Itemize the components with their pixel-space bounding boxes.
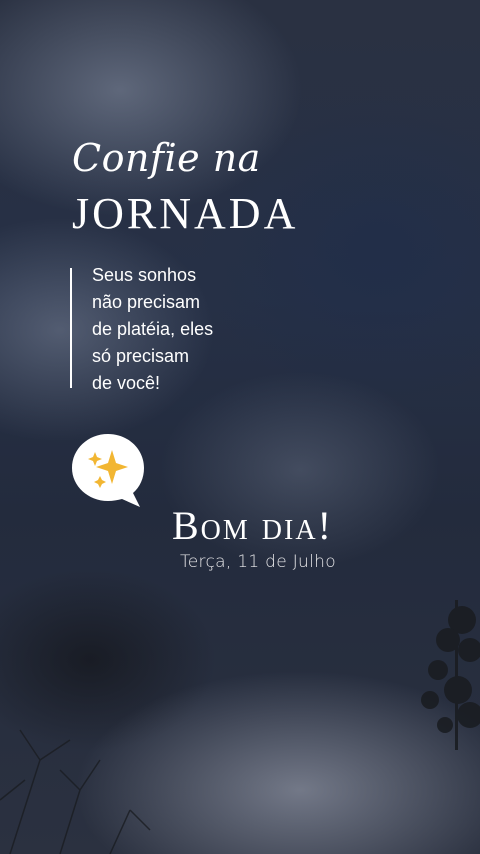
quote-line: de você! xyxy=(92,373,161,393)
quote-line: de platéia, eles xyxy=(92,319,214,339)
quote-line: Seus sonhos xyxy=(92,265,197,285)
quote-line: não precisam xyxy=(92,292,201,312)
title-main: JORNADA xyxy=(72,189,299,238)
tree-silhouette-right xyxy=(0,600,480,854)
quote-divider xyxy=(70,268,72,388)
speech-bubble-icon xyxy=(72,434,144,507)
quote-line: só precisam xyxy=(92,346,190,366)
date-label: Terça, 11 de Julho xyxy=(180,552,336,572)
title-script: Confie na xyxy=(72,136,261,180)
story-background: Confie na JORNADA Seus sonhos não precis… xyxy=(0,0,480,854)
greeting: Bom dia! xyxy=(172,503,333,548)
quote-text: Seus sonhos não precisam de platéia, ele… xyxy=(92,262,292,397)
